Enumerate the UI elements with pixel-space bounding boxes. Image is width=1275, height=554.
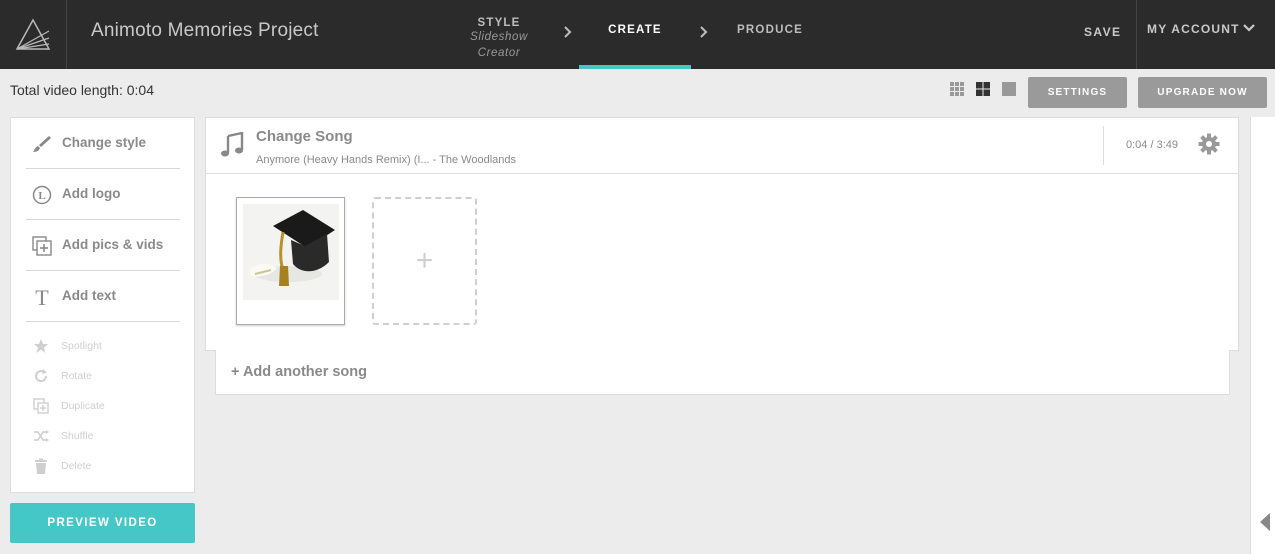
rotate-label: Rotate [61,370,92,382]
tools-panel: Change style L Add logo Add pics & vids … [10,117,195,493]
grid-small-view-icon[interactable] [949,81,965,97]
step-style-label: STYLE [477,17,521,29]
account-label: MY ACCOUNT [1147,22,1240,36]
add-pics-vids-label: Add pics & vids [62,237,164,252]
text-icon: T [31,286,53,308]
song-time: 0:04 / 3:49 [1126,139,1178,151]
rotate-icon [32,367,50,385]
chevron-right-icon [700,26,708,38]
add-media-icon [31,235,53,257]
active-step-indicator [579,65,691,69]
step-produce-label: PRODUCE [737,24,803,36]
step-produce[interactable]: PRODUCE [734,24,806,36]
video-length: Total video length: 0:04 [10,82,154,98]
svg-text:L: L [38,190,45,202]
animoto-logo[interactable] [0,0,67,69]
step-style[interactable]: STYLE Slideshow Creator [466,17,532,61]
project-title[interactable]: Animoto Memories Project [91,20,319,42]
add-text-label: Add text [62,288,116,303]
add-pics-vids-tool[interactable]: Add pics & vids [26,220,180,271]
graduation-cap-image [243,204,339,300]
top-bar: Animoto Memories Project STYLE Slideshow… [0,0,1275,69]
photo-thumbnail[interactable] [236,197,345,325]
logo-icon [15,17,51,50]
change-style-label: Change style [62,135,147,150]
style-name-line1: Slideshow [470,31,528,43]
music-note-icon [221,132,244,157]
preview-video-button[interactable]: PREVIEW VIDEO [10,503,195,543]
svg-text:T: T [35,286,49,308]
duplicate-icon [32,397,50,415]
add-media-slot[interactable]: + [372,197,477,325]
logo-icon: L [31,184,53,206]
change-style-tool[interactable]: Change style [26,118,180,169]
song-block: Change Song Anymore (Heavy Hands Remix) … [205,117,1239,351]
shuffle-label: Shuffle [61,430,94,442]
collapse-left-arrow-icon[interactable] [1259,512,1271,532]
chevron-down-icon [1243,24,1255,32]
grid-large-view-icon[interactable] [1001,81,1017,97]
delete-label: Delete [61,460,92,472]
save-button[interactable]: SAVE [1084,25,1121,39]
chevron-right-icon [564,26,572,38]
style-name-line2: Creator [477,47,521,59]
gear-icon[interactable] [1198,133,1220,155]
spotlight-label: Spotlight [61,340,102,352]
settings-button[interactable]: SETTINGS [1028,77,1127,108]
add-text-tool[interactable]: T Add text [26,271,180,322]
change-song-link[interactable]: Change Song [256,128,353,145]
right-panel-edge [1250,117,1275,554]
shuffle-icon [32,427,50,445]
brush-icon [31,133,53,155]
duplicate-label: Duplicate [61,400,105,412]
add-another-song[interactable]: + Add another song [215,350,1230,395]
add-logo-tool[interactable]: L Add logo [26,169,180,220]
song-name: Anymore (Heavy Hands Remix) (I... - The … [256,154,517,166]
step-create[interactable]: CREATE [579,0,691,69]
grid-medium-view-icon[interactable] [975,81,991,97]
star-icon [32,337,50,355]
my-account-menu[interactable]: MY ACCOUNT [1136,0,1275,69]
song-header[interactable]: Change Song Anymore (Heavy Hands Remix) … [206,118,1238,174]
upgrade-now-button[interactable]: UPGRADE NOW [1138,77,1267,108]
divider [1103,126,1104,165]
step-create-label: CREATE [608,24,662,36]
add-logo-label: Add logo [62,186,121,201]
add-another-song-label: + Add another song [231,364,368,380]
trash-icon [32,457,50,475]
